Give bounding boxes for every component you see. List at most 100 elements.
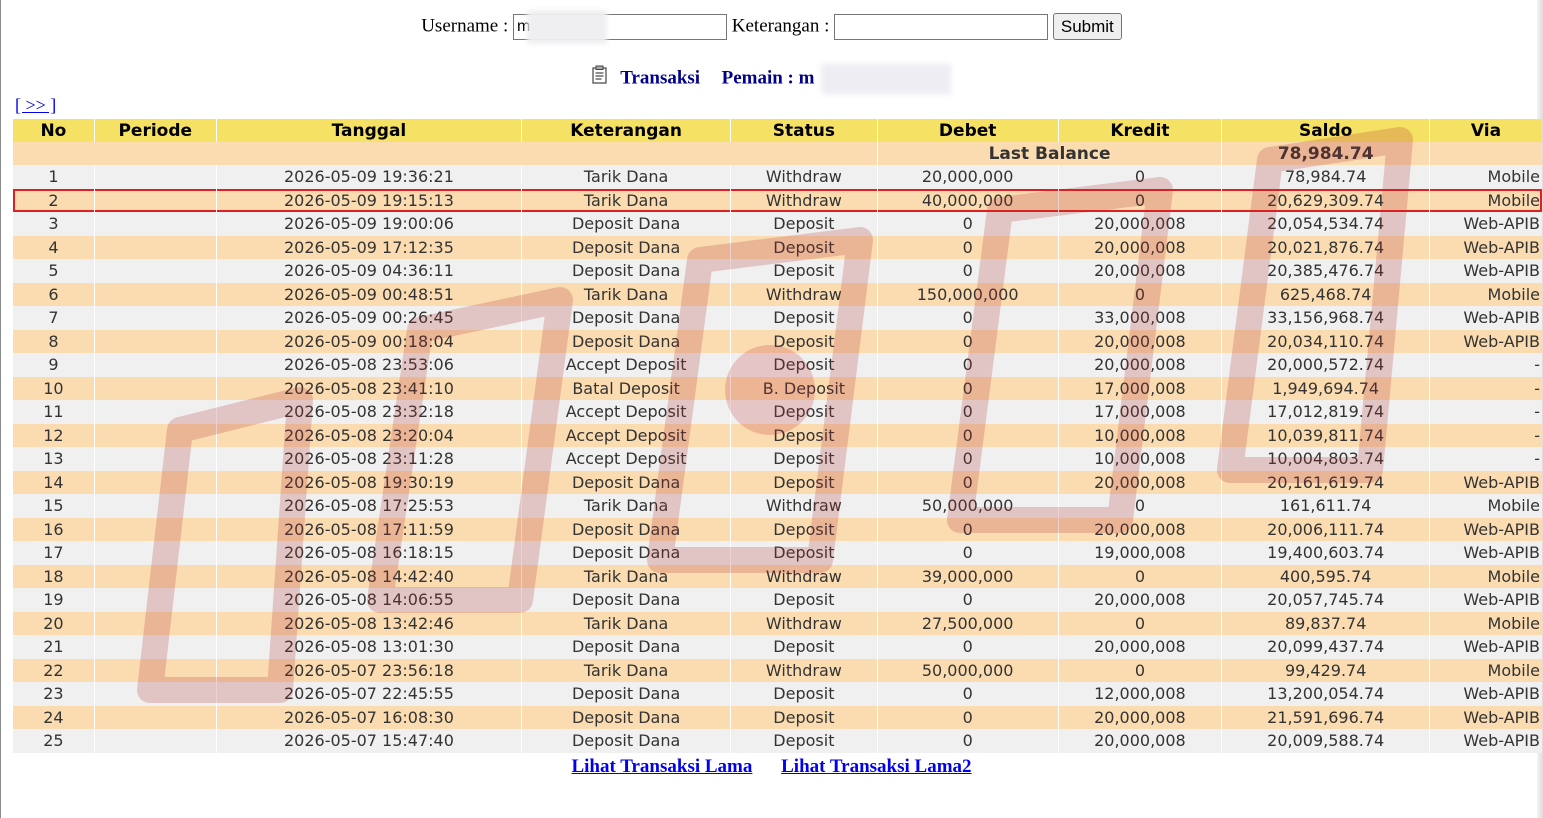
cell-no: 20 bbox=[13, 611, 94, 635]
cell-via: - bbox=[1430, 423, 1542, 447]
cell-periode bbox=[94, 517, 216, 541]
cell-via: Web-APIB bbox=[1430, 682, 1542, 706]
last-balance-label: Last Balance bbox=[877, 142, 1222, 165]
col-via[interactable]: Via bbox=[1430, 119, 1542, 142]
table-row: 16 2026-05-08 17:11:59 Deposit Dana Deposit… bbox=[13, 517, 1542, 541]
cell-status: Deposit bbox=[730, 235, 877, 259]
cell-debet: 0 bbox=[877, 423, 1058, 447]
cell-periode bbox=[94, 259, 216, 283]
cell-debet: 40,000,000 bbox=[877, 188, 1058, 212]
cell-tanggal: 2026-05-07 16:08:30 bbox=[216, 705, 522, 729]
cell-no: 3 bbox=[13, 212, 94, 236]
cell-status: Deposit bbox=[730, 329, 877, 353]
cell-saldo: 20,629,309.74 bbox=[1222, 188, 1430, 212]
cell-keterangan: Tarik Dana bbox=[522, 494, 730, 518]
table-header-row: No Periode Tanggal Keterangan Status Deb… bbox=[13, 119, 1542, 142]
cell-periode bbox=[94, 400, 216, 424]
cell-no: 12 bbox=[13, 423, 94, 447]
table-row: 22 2026-05-07 23:56:18 Tarik Dana Withdraw 5… bbox=[13, 658, 1542, 682]
cell-status: Withdraw bbox=[730, 658, 877, 682]
cell-no: 7 bbox=[13, 306, 94, 330]
old-transactions-2-link[interactable]: Lihat Transaksi Lama2 bbox=[781, 756, 971, 777]
cell-keterangan: Deposit Dana bbox=[522, 306, 730, 330]
cell-kredit: 0 bbox=[1058, 165, 1222, 189]
col-tanggal[interactable]: Tanggal bbox=[216, 119, 522, 142]
cell-no: 19 bbox=[13, 588, 94, 612]
cell-kredit: 20,000,008 bbox=[1058, 212, 1222, 236]
cell-keterangan: Tarik Dana bbox=[522, 188, 730, 212]
cell-periode bbox=[94, 705, 216, 729]
cell-via: - bbox=[1430, 376, 1542, 400]
col-debet[interactable]: Debet bbox=[877, 119, 1058, 142]
cell-keterangan: Deposit Dana bbox=[522, 470, 730, 494]
window-left-edge bbox=[0, 0, 1, 818]
table-row: 14 2026-05-08 19:30:19 Deposit Dana Deposit… bbox=[13, 470, 1542, 494]
cell-keterangan: Deposit Dana bbox=[522, 212, 730, 236]
cell-status: Deposit bbox=[730, 517, 877, 541]
cell-kredit: 10,000,008 bbox=[1058, 423, 1222, 447]
col-kredit[interactable]: Kredit bbox=[1058, 119, 1222, 142]
next-page-link[interactable]: [ >> ] bbox=[15, 95, 56, 116]
cell-status: Withdraw bbox=[730, 188, 877, 212]
table-row: 21 2026-05-08 13:01:30 Deposit Dana Deposit… bbox=[13, 635, 1542, 659]
cell-no: 23 bbox=[13, 682, 94, 706]
cell-status: Deposit bbox=[730, 423, 877, 447]
table-row: 20 2026-05-08 13:42:46 Tarik Dana Withdraw 2… bbox=[13, 611, 1542, 635]
cell-saldo: 20,034,110.74 bbox=[1222, 329, 1430, 353]
cell-debet: 0 bbox=[877, 470, 1058, 494]
cell-debet: 0 bbox=[877, 635, 1058, 659]
cell-tanggal: 2026-05-09 00:26:45 bbox=[216, 306, 522, 330]
cell-no: 5 bbox=[13, 259, 94, 283]
last-balance-spacer bbox=[13, 142, 877, 165]
cell-status: Withdraw bbox=[730, 494, 877, 518]
cell-via: Web-APIB bbox=[1430, 705, 1542, 729]
cell-periode bbox=[94, 682, 216, 706]
cell-kredit: 19,000,008 bbox=[1058, 541, 1222, 565]
cell-saldo: 33,156,968.74 bbox=[1222, 306, 1430, 330]
col-saldo[interactable]: Saldo bbox=[1222, 119, 1430, 142]
cell-via: Web-APIB bbox=[1430, 635, 1542, 659]
cell-saldo: 21,591,696.74 bbox=[1222, 705, 1430, 729]
table-row: 11 2026-05-08 23:32:18 Accept Deposit Depos… bbox=[13, 400, 1542, 424]
cell-kredit: 20,000,008 bbox=[1058, 259, 1222, 283]
cell-keterangan: Accept Deposit bbox=[522, 447, 730, 471]
cell-via: Web-APIB bbox=[1430, 729, 1542, 753]
cell-saldo: 13,200,054.74 bbox=[1222, 682, 1430, 706]
cell-kredit: 0 bbox=[1058, 564, 1222, 588]
cell-no: 9 bbox=[13, 353, 94, 377]
cell-no: 16 bbox=[13, 517, 94, 541]
cell-debet: 0 bbox=[877, 329, 1058, 353]
col-periode[interactable]: Periode bbox=[94, 119, 216, 142]
cell-status: Withdraw bbox=[730, 282, 877, 306]
cell-keterangan: Deposit Dana bbox=[522, 517, 730, 541]
cell-debet: 0 bbox=[877, 447, 1058, 471]
cell-via: Web-APIB bbox=[1430, 517, 1542, 541]
player-label: Pemain : m bbox=[721, 67, 815, 89]
table-row: 15 2026-05-08 17:25:53 Tarik Dana Withdraw 5… bbox=[13, 494, 1542, 518]
old-transactions-link[interactable]: Lihat Transaksi Lama bbox=[571, 756, 752, 777]
col-no[interactable]: No bbox=[13, 119, 94, 142]
cell-debet: 27,500,000 bbox=[877, 611, 1058, 635]
cell-via: Web-APIB bbox=[1430, 588, 1542, 612]
cell-via: - bbox=[1430, 400, 1542, 424]
cell-no: 15 bbox=[13, 494, 94, 518]
cell-kredit: 20,000,008 bbox=[1058, 329, 1222, 353]
cell-via: - bbox=[1430, 353, 1542, 377]
cell-saldo: 20,057,745.74 bbox=[1222, 588, 1430, 612]
table-row: 10 2026-05-08 23:41:10 Batal Deposit B. Dep… bbox=[13, 376, 1542, 400]
cell-kredit: 20,000,008 bbox=[1058, 635, 1222, 659]
cell-debet: 20,000,000 bbox=[877, 165, 1058, 189]
col-keterangan[interactable]: Keterangan bbox=[522, 119, 730, 142]
cell-periode bbox=[94, 470, 216, 494]
table-row: 5 2026-05-09 04:36:11 Deposit Dana Deposit 0… bbox=[13, 259, 1542, 283]
cell-tanggal: 2026-05-07 15:47:40 bbox=[216, 729, 522, 753]
cell-no: 21 bbox=[13, 635, 94, 659]
cell-saldo: 1,949,694.74 bbox=[1222, 376, 1430, 400]
cell-debet: 0 bbox=[877, 306, 1058, 330]
submit-button[interactable]: Submit bbox=[1052, 13, 1122, 40]
keterangan-input[interactable] bbox=[834, 13, 1049, 40]
col-status[interactable]: Status bbox=[730, 119, 877, 142]
table-row: 18 2026-05-08 14:42:40 Tarik Dana Withdraw 3… bbox=[13, 564, 1542, 588]
table-row: 2 2026-05-09 19:15:13 Tarik Dana Withdraw 40… bbox=[13, 188, 1542, 212]
cell-saldo: 20,000,572.74 bbox=[1222, 353, 1430, 377]
